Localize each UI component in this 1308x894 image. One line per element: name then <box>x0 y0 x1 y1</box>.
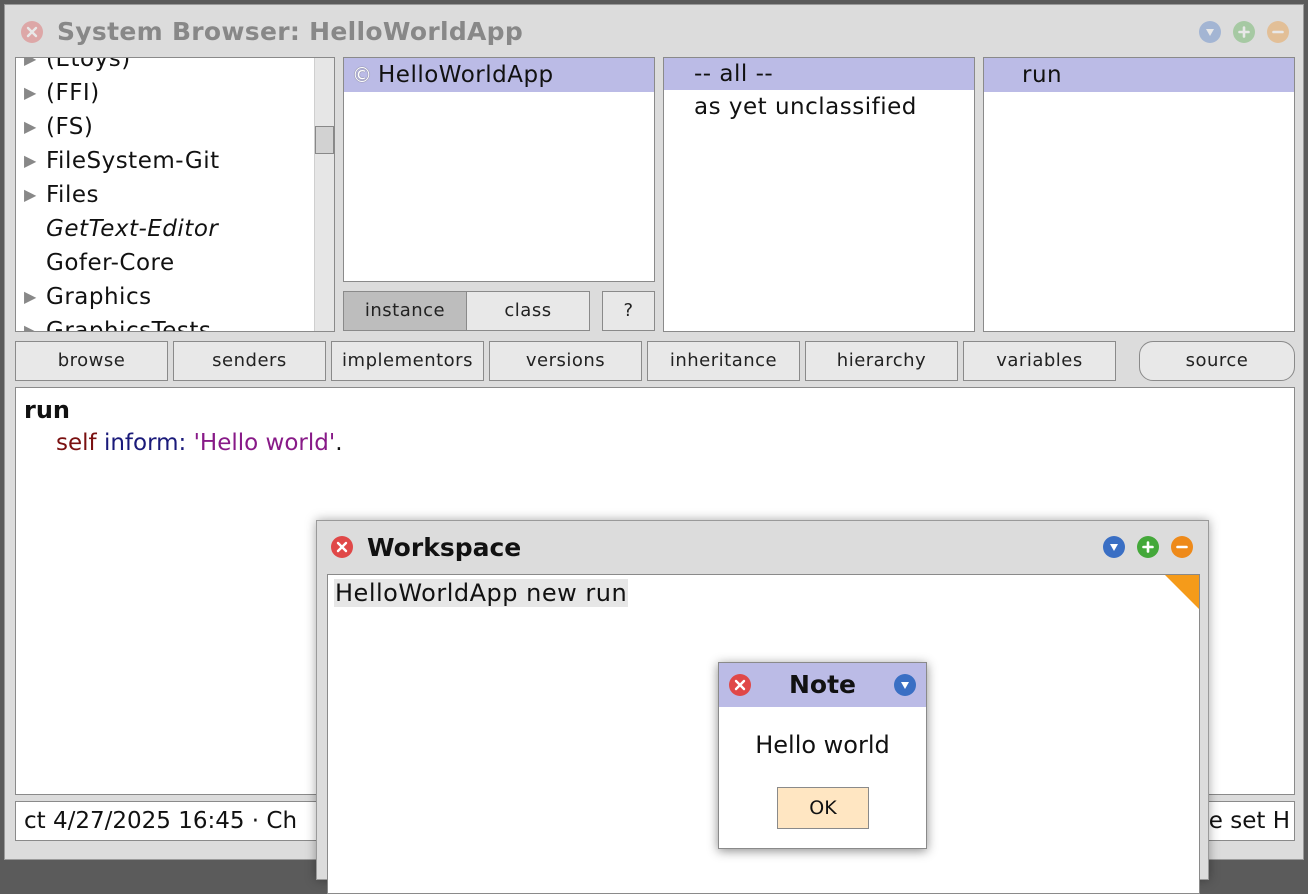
inheritance-button[interactable]: inheritance <box>647 341 800 381</box>
minimize-icon[interactable] <box>1267 21 1289 43</box>
class-list[interactable]: © HelloWorldApp <box>343 57 655 282</box>
package-item-label: GraphicsTests <box>46 318 212 332</box>
status-text-left: ct 4/27/2025 16:45 · Ch <box>24 808 298 834</box>
package-scrollbar[interactable] <box>314 58 334 331</box>
method-item-label: run <box>1022 62 1063 88</box>
senders-button[interactable]: senders <box>173 341 326 381</box>
close-icon[interactable] <box>331 536 353 558</box>
code-keyword: inform: <box>103 430 187 456</box>
workspace-title: Workspace <box>367 533 522 562</box>
ok-button[interactable]: OK <box>777 787 869 829</box>
method-item-run[interactable]: run <box>984 58 1294 92</box>
collapse-icon[interactable] <box>1199 21 1221 43</box>
package-item[interactable]: ▶ (FFI) <box>16 76 312 110</box>
package-item[interactable]: Gofer-Core <box>16 246 312 280</box>
package-item[interactable]: ▶ (Etoys) <box>16 57 312 76</box>
expand-icon[interactable] <box>1233 21 1255 43</box>
expand-triangle-icon[interactable]: ▶ <box>24 144 37 178</box>
code-receiver: self <box>56 430 97 456</box>
package-item-label: FileSystem-Git <box>46 148 220 174</box>
package-item-label: (FFI) <box>46 80 100 106</box>
method-selector: run <box>24 396 71 424</box>
code-terminator: . <box>335 430 343 456</box>
browse-button[interactable]: browse <box>15 341 168 381</box>
note-titlebar[interactable]: Note <box>719 663 926 707</box>
variables-button[interactable]: variables <box>963 341 1116 381</box>
package-item[interactable]: ▶ (FS) <box>16 110 312 144</box>
package-item[interactable]: ▶ FileSystem-Git <box>16 144 312 178</box>
status-text-right: e set H <box>1208 808 1290 834</box>
package-item[interactable]: GetText-Editor <box>16 212 312 246</box>
window-title: System Browser: HelloWorldApp <box>57 17 524 46</box>
expand-triangle-icon[interactable]: ▶ <box>24 178 37 212</box>
package-item-label: (Etoys) <box>46 57 131 72</box>
close-icon[interactable] <box>21 21 43 43</box>
protocol-item-unclassified[interactable]: as yet unclassified <box>664 90 974 124</box>
protocol-list[interactable]: -- all -- as yet unclassified <box>663 57 975 332</box>
package-item-label: Files <box>46 182 99 208</box>
code-string: 'Hello world' <box>193 430 336 456</box>
package-item-label: Gofer-Core <box>46 250 175 276</box>
note-message: Hello world <box>755 731 890 759</box>
expand-triangle-icon[interactable]: ▶ <box>24 76 37 110</box>
minimize-icon[interactable] <box>1171 536 1193 558</box>
implementors-button[interactable]: implementors <box>331 341 484 381</box>
expand-triangle-icon[interactable]: ▶ <box>24 314 37 331</box>
package-item-label: (FS) <box>46 114 94 140</box>
package-list[interactable]: ▶ (Etoys) ▶ (FFI) ▶ (FS) ▶ FileSystem-Git ▶ Files… <box>15 57 335 332</box>
package-item-label: Graphics <box>46 284 152 310</box>
package-item[interactable]: ▶ Files <box>16 178 312 212</box>
dog-ear-icon[interactable] <box>1165 575 1199 609</box>
protocol-item-all[interactable]: -- all -- <box>664 58 974 90</box>
method-body: self inform: 'Hello world'. <box>56 430 343 456</box>
class-item-helloworldapp[interactable]: © HelloWorldApp <box>344 58 654 92</box>
instance-toggle[interactable]: instance <box>343 291 467 331</box>
workspace-code: HelloWorldApp new run <box>334 579 629 607</box>
class-toggle[interactable]: class <box>466 291 590 331</box>
expand-icon[interactable] <box>1137 536 1159 558</box>
class-icon: © <box>352 63 373 87</box>
collapse-icon[interactable] <box>1103 536 1125 558</box>
protocol-item-label: -- all -- <box>694 61 774 87</box>
collapse-icon[interactable] <box>894 674 916 696</box>
expand-triangle-icon[interactable]: ▶ <box>24 110 37 144</box>
method-list[interactable]: run <box>983 57 1295 332</box>
package-item[interactable]: ▶ GraphicsTests <box>16 314 312 332</box>
versions-button[interactable]: versions <box>489 341 642 381</box>
class-item-label: HelloWorldApp <box>378 62 554 88</box>
help-button[interactable]: ? <box>602 291 655 331</box>
scrollbar-thumb[interactable] <box>315 126 334 154</box>
package-item[interactable]: ▶ Graphics <box>16 280 312 314</box>
source-button[interactable]: source <box>1139 341 1295 381</box>
note-dialog: Note Hello world OK <box>718 662 927 849</box>
protocol-item-label: as yet unclassified <box>694 94 917 120</box>
browser-titlebar[interactable]: System Browser: HelloWorldApp <box>5 5 1303 55</box>
expand-triangle-icon[interactable]: ▶ <box>24 280 37 314</box>
expand-triangle-icon[interactable]: ▶ <box>24 58 37 76</box>
hierarchy-button[interactable]: hierarchy <box>805 341 958 381</box>
package-item-label: GetText-Editor <box>46 216 219 242</box>
